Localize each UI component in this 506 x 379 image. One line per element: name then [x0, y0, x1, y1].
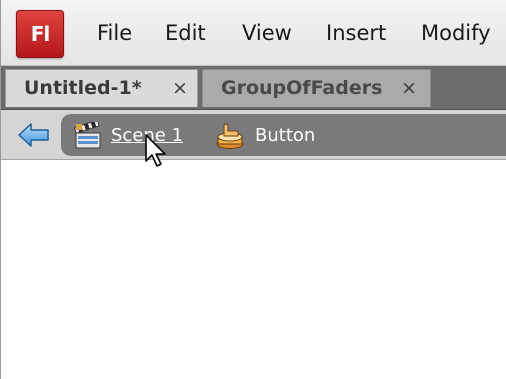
button-symbol-icon [216, 123, 244, 149]
menu-file[interactable]: File [97, 18, 132, 48]
breadcrumb-scene-1[interactable]: Scene 1 [111, 125, 183, 147]
menu-modify[interactable]: Modify [421, 18, 491, 48]
tab-untitled-1[interactable]: Untitled-1* × [5, 69, 198, 107]
stage-canvas[interactable] [1, 160, 506, 379]
menu-insert[interactable]: Insert [326, 18, 386, 48]
tab-close-icon[interactable]: × [172, 70, 188, 106]
menu-edit[interactable]: Edit [165, 18, 206, 48]
document-tab-bar: Untitled-1* × GroupOfFaders × [1, 66, 506, 110]
tab-label: GroupOfFaders [221, 77, 383, 99]
tab-close-icon[interactable]: × [401, 70, 417, 106]
edit-bar: Scene 1 Button [1, 110, 506, 160]
breadcrumb: Scene 1 Button [61, 114, 506, 156]
back-button[interactable] [17, 122, 51, 148]
tab-group-of-faders[interactable]: GroupOfFaders × [202, 69, 431, 107]
back-arrow-icon [18, 123, 49, 147]
tab-label: Untitled-1* [24, 77, 142, 99]
breadcrumb-button[interactable]: Button [255, 125, 315, 147]
menu-view[interactable]: View [242, 18, 292, 48]
flash-window: Fl File Edit View Insert Modify Untitled… [0, 0, 506, 379]
scene-clapperboard-icon [73, 122, 101, 149]
flash-logo: Fl [16, 10, 64, 58]
menu-bar: Fl File Edit View Insert Modify [1, 0, 506, 66]
